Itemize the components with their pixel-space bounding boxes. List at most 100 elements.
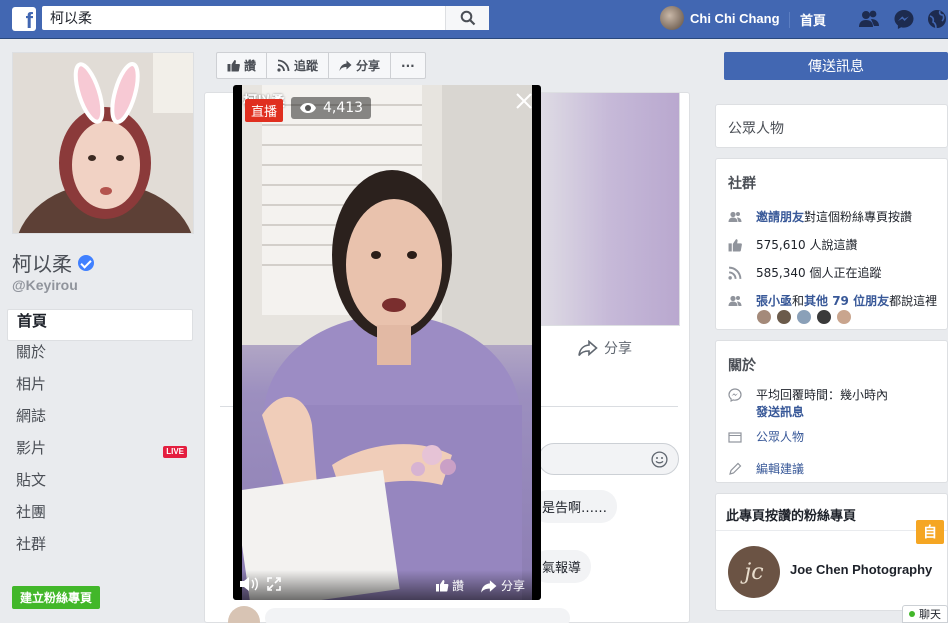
comment-text: 氣報導: [542, 561, 582, 576]
nav-item-home[interactable]: 首頁: [7, 309, 193, 341]
thumbs-up-icon: [227, 60, 240, 72]
friend-avatars: [756, 309, 856, 325]
search-box: [42, 6, 489, 30]
people-icon: [728, 295, 742, 306]
post-share-button[interactable]: 分享: [578, 338, 632, 358]
create-page-button[interactable]: 建立粉絲專頁: [12, 586, 101, 609]
liked-page-name[interactable]: Joe Chen Photography: [790, 562, 932, 577]
comment-bubble: 是告啊……: [532, 490, 618, 523]
globe-icon[interactable]: [926, 8, 948, 30]
comment-input[interactable]: [538, 443, 679, 475]
facebook-logo-icon[interactable]: f: [12, 7, 36, 31]
joe-chen-logo[interactable]: jc: [728, 546, 780, 598]
video-controls: 讚 分享: [233, 570, 541, 600]
likes-row: 575,610 人說這讚: [728, 236, 857, 253]
avatar[interactable]: [816, 309, 832, 325]
post-share-label: 分享: [604, 341, 632, 357]
send-message-button[interactable]: 傳送訊息: [724, 52, 948, 80]
messenger-icon[interactable]: [893, 8, 915, 30]
send-message-link[interactable]: 發送訊息: [756, 403, 804, 420]
category-label[interactable]: 公眾人物: [728, 118, 784, 138]
emoji-icon[interactable]: [651, 451, 668, 468]
search-input[interactable]: [42, 6, 444, 30]
nav-item-label: 影片: [16, 439, 47, 457]
nav-item-label: 首頁: [17, 312, 48, 330]
friends-like-row: 張小亟 和 其他 79 位朋友 都說這裡: [728, 292, 937, 309]
avatar: [660, 6, 684, 30]
other-friends-link[interactable]: 其他 79 位朋友: [804, 292, 889, 309]
post-photo[interactable]: [540, 92, 680, 326]
nav-item-groups[interactable]: 社團: [7, 501, 193, 533]
close-icon[interactable]: [513, 90, 535, 112]
share-arrow-icon: [578, 340, 598, 356]
like-page-button[interactable]: 讚: [217, 53, 268, 78]
liked-pages-title: 此專頁按讚的粉絲專頁: [726, 509, 857, 524]
video-frame[interactable]: [242, 85, 532, 600]
about-category-link[interactable]: 公眾人物: [756, 428, 804, 445]
video-share-button[interactable]: 分享: [480, 577, 525, 594]
share-arrow-icon: [481, 579, 497, 593]
pencil-icon: [729, 462, 742, 475]
comment-text: 是告啊……: [542, 501, 608, 516]
community-title[interactable]: 社群: [728, 173, 756, 193]
nav-item-videos[interactable]: 影片 LIVE: [7, 437, 193, 469]
viewer-count: 4,413: [291, 97, 372, 119]
nav-item-posts[interactable]: 貼文: [7, 469, 193, 501]
chat-label: 聊天: [919, 608, 941, 621]
share-page-button[interactable]: 分享: [329, 53, 392, 78]
thumbs-up-icon: [436, 580, 449, 592]
followers-count: 585,340 個人正在追蹤: [756, 266, 882, 280]
fullscreen-icon[interactable]: [267, 577, 281, 591]
top-user-link[interactable]: Chi Chi Chang: [660, 6, 780, 30]
nav-item-community[interactable]: 社群: [7, 533, 193, 565]
invite-friends-link[interactable]: 邀請朋友: [756, 208, 804, 225]
live-video-player[interactable]: 柯以柔 直播 4,413 讚 分享: [233, 85, 541, 600]
nav-item-label: 社團: [16, 503, 47, 521]
comment-bubble: [265, 608, 570, 623]
nav-item-label: 相片: [16, 375, 47, 393]
avatar[interactable]: [796, 309, 812, 325]
video-like-button[interactable]: 讚: [435, 577, 464, 594]
rss-icon: [277, 59, 290, 72]
profile-photo-art: [13, 53, 193, 233]
profile-picture[interactable]: [12, 52, 194, 234]
response-time-text: 平均回覆時間：幾小時內: [756, 388, 889, 402]
page-name-text: 柯以柔: [12, 252, 72, 276]
page-name: 柯以柔: [12, 248, 94, 277]
more-options-button[interactable]: ···: [391, 53, 425, 78]
eye-icon: [300, 103, 316, 113]
viewer-count-value: 4,413: [323, 100, 364, 116]
about-category-row: 公眾人物: [728, 428, 804, 445]
friends-tail-text: 都說這裡: [889, 294, 938, 308]
chat-tab[interactable]: 聊天: [902, 605, 948, 623]
nav-item-notes[interactable]: 網誌: [7, 405, 193, 437]
invite-friends-row: 邀請朋友 對這個粉絲專頁按讚: [728, 208, 912, 225]
avatar[interactable]: [836, 309, 852, 325]
search-icon: [460, 10, 475, 26]
friend-requests-icon[interactable]: [858, 8, 880, 30]
follow-button[interactable]: 追蹤: [267, 53, 330, 78]
search-button[interactable]: [445, 6, 489, 30]
share-arrow-icon: [339, 60, 352, 71]
community-card: 社群 邀請朋友 對這個粉絲專頁按讚 575,610 人說這讚 585,340 個…: [715, 158, 948, 330]
avatar[interactable]: [756, 309, 772, 325]
page-handle[interactable]: @Keyirou: [12, 277, 78, 293]
more-options-icon: ···: [401, 58, 415, 73]
response-time-row: 平均回覆時間：幾小時內: [728, 386, 888, 403]
nav-item-photos[interactable]: 相片: [7, 373, 193, 405]
volume-icon[interactable]: [239, 576, 259, 592]
page-nav: 首頁 關於 相片 網誌 影片 LIVE 貼文 社團 社群: [7, 309, 193, 565]
nav-item-about[interactable]: 關於: [7, 341, 193, 373]
top-home-link[interactable]: 首頁: [800, 10, 826, 29]
side-tab[interactable]: 自: [916, 520, 944, 544]
top-user-name: Chi Chi Chang: [690, 10, 780, 26]
thumbs-up-icon: [728, 238, 742, 251]
nav-item-label: 社群: [16, 535, 47, 553]
follow-label: 追蹤: [294, 59, 319, 73]
nav-item-label: 貼文: [16, 471, 47, 489]
top-divider: [789, 12, 790, 28]
about-title[interactable]: 關於: [728, 355, 756, 375]
friend-name-link[interactable]: 張小亟: [756, 292, 792, 309]
avatar[interactable]: [776, 309, 792, 325]
edit-suggestion-link[interactable]: 編輯建議: [756, 460, 804, 477]
